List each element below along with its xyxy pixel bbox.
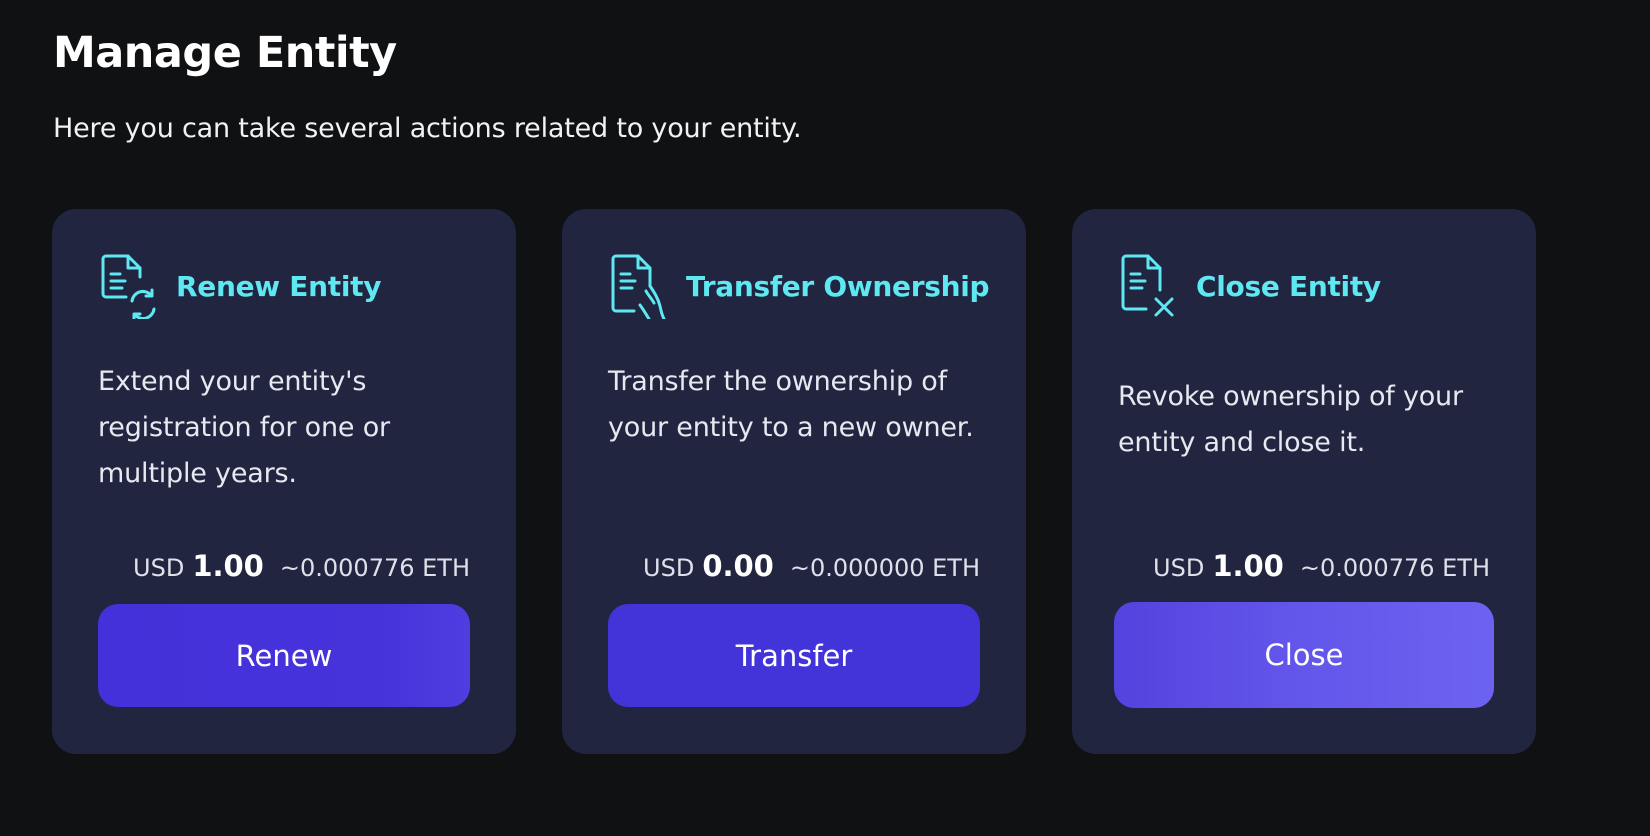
price-row: USD 1.00 ~0.000776 ETH: [133, 549, 470, 583]
document-transfer-icon: [611, 254, 666, 319]
price-value: 1.00: [192, 549, 264, 583]
card-description: Transfer the ownership of your entity to…: [608, 366, 974, 443]
price-eth: ~0.000776 ETH: [279, 554, 470, 582]
renew-button[interactable]: Renew: [98, 604, 470, 707]
card-header: Transfer Ownership: [608, 253, 990, 319]
manage-entity-page: Manage Entity Here you can take several …: [0, 0, 1650, 836]
card-title: Transfer Ownership: [686, 269, 990, 303]
action-cards: Renew Entity Extend your entity's regist…: [52, 209, 1536, 754]
price-currency: USD: [1153, 554, 1205, 582]
document-renew-icon: [101, 254, 156, 319]
price-row: USD 0.00 ~0.000000 ETH: [643, 549, 980, 583]
card-header: Renew Entity: [98, 253, 381, 319]
card-title: Renew Entity: [176, 269, 382, 303]
document-close-icon: [1121, 254, 1174, 317]
price-currency: USD: [133, 554, 185, 582]
price-currency: USD: [643, 554, 695, 582]
close-entity-card: Close Entity Revoke ownership of your en…: [1072, 209, 1536, 754]
price-row: USD 1.00 ~0.000776 ETH: [1153, 549, 1490, 583]
price-value: 0.00: [702, 549, 774, 583]
page-subtitle: Here you can take several actions relate…: [53, 113, 802, 144]
price-eth: ~0.000776 ETH: [1299, 554, 1490, 582]
transfer-button[interactable]: Transfer: [608, 604, 980, 707]
card-description: Revoke ownership of your entity and clos…: [1118, 381, 1463, 458]
card-header: Close Entity: [1118, 253, 1381, 319]
price-value: 1.00: [1212, 549, 1284, 583]
price-eth: ~0.000000 ETH: [789, 554, 980, 582]
transfer-ownership-card: Transfer Ownership Transfer the ownershi…: [562, 209, 1026, 754]
close-button[interactable]: Close: [1114, 602, 1494, 708]
renew-entity-card: Renew Entity Extend your entity's regist…: [52, 209, 516, 754]
page-title: Manage Entity: [53, 28, 397, 78]
card-title: Close Entity: [1196, 269, 1381, 303]
card-description: Extend your entity's registration for on…: [98, 366, 390, 489]
